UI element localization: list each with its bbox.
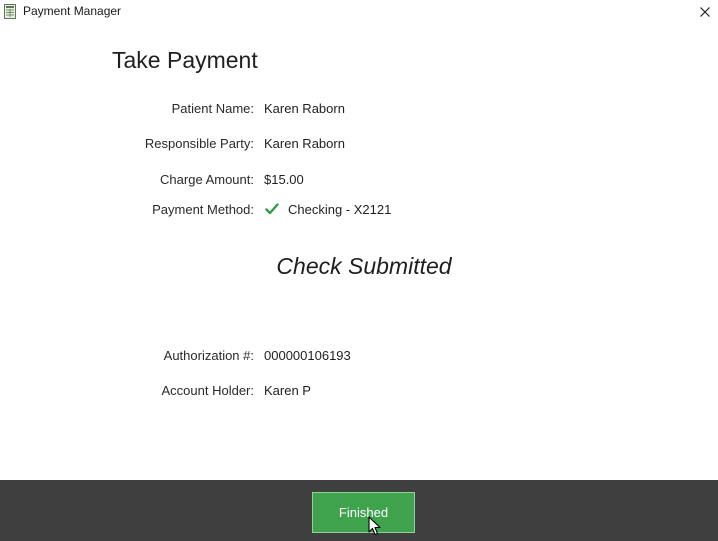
patient-name-label: Patient Name:: [171, 101, 254, 116]
finished-button[interactable]: Finished: [312, 492, 415, 533]
payment-manager-window: Payment Manager Take Payment Patient Nam…: [0, 0, 718, 541]
spreadsheet-icon: [4, 4, 16, 19]
charge-amount-value: $15.00: [264, 172, 304, 187]
title-bar: Payment Manager: [0, 0, 718, 24]
responsible-party-value: Karen Raborn: [264, 136, 345, 151]
account-holder-label: Account Holder:: [161, 383, 255, 398]
payment-method-label: Payment Method:: [152, 202, 254, 217]
authorization-label: Authorization #:: [163, 348, 254, 363]
footer-bar: Finished: [0, 480, 718, 541]
responsible-party-label: Responsible Party:: [144, 136, 254, 151]
page-title: Take Payment: [112, 47, 258, 73]
window-title: Payment Manager: [23, 4, 122, 18]
payment-method-value: Checking - X2121: [288, 202, 392, 217]
close-button[interactable]: [692, 0, 718, 24]
close-icon: [700, 7, 710, 17]
submission-status: Check Submitted: [276, 253, 452, 279]
patient-name-value: Karen Raborn: [264, 101, 345, 116]
charge-amount-label: Charge Amount:: [160, 172, 254, 187]
account-holder-value: Karen P: [264, 383, 311, 398]
authorization-value: 000000106193: [264, 348, 351, 363]
checkmark-icon: [265, 203, 279, 215]
